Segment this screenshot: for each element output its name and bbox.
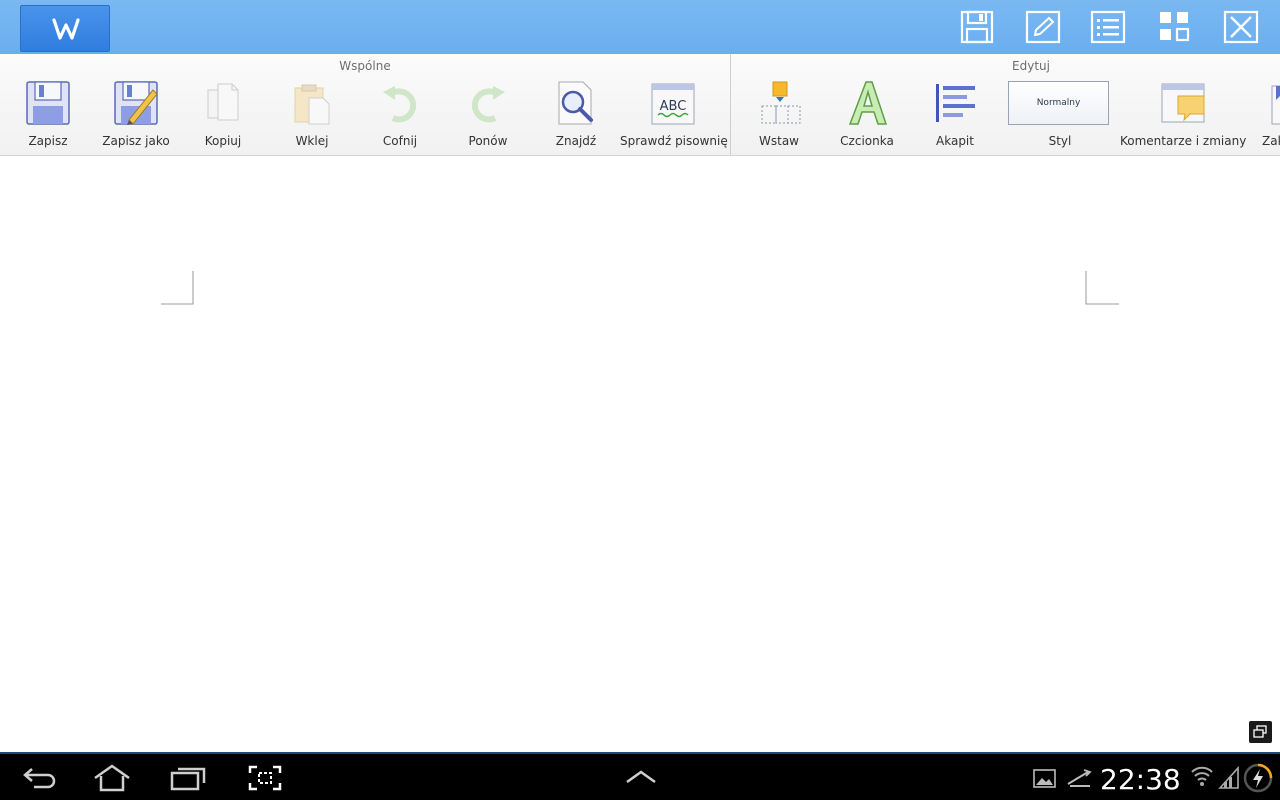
usb-notification-icon — [1067, 769, 1092, 787]
floppy-save-as-icon — [114, 81, 158, 125]
bookmark-icon — [1271, 85, 1280, 125]
ribbon-font-button[interactable]: Czcionka — [827, 76, 907, 152]
paragraph-align-icon — [936, 84, 975, 122]
ribbon-paste-label: Wklej — [295, 134, 329, 148]
signal-icon — [1218, 766, 1239, 789]
comment-icon — [1161, 83, 1204, 123]
page-margin-corner-left — [161, 271, 194, 305]
ribbon-spellcheck-label: Sprawdź pisownię — [620, 134, 728, 148]
title-save-button[interactable] — [959, 10, 995, 44]
ribbon-style-label: Styl — [1048, 134, 1072, 148]
ribbon-save-label: Zapisz — [28, 134, 68, 148]
ribbon-find-button[interactable]: Znajdź — [536, 76, 616, 152]
title-bar — [0, 0, 1280, 54]
ribbon-save-as-label: Zapisz jako — [102, 134, 170, 148]
spellcheck-icon-text: ABC — [660, 99, 687, 114]
close-icon — [1223, 10, 1259, 44]
title-list-button[interactable] — [1090, 10, 1126, 44]
android-system-bar: 22:38 — [0, 752, 1280, 800]
wifi-icon — [1191, 766, 1213, 786]
ribbon-insert-label: Wstaw — [759, 134, 799, 148]
home-icon[interactable] — [92, 764, 132, 792]
list-icon — [1090, 10, 1126, 44]
ribbon-paragraph-label: Akapit — [936, 134, 974, 148]
ribbon-copy-button[interactable]: Kopiuj — [183, 76, 263, 152]
grid-icon — [1160, 12, 1190, 42]
ribbon-spellcheck-button[interactable]: ABC Sprawdź pisownię — [620, 76, 728, 152]
ribbon-font-label: Czcionka — [840, 134, 894, 148]
find-magnifier-icon — [558, 81, 593, 125]
save-icon — [960, 10, 994, 44]
group-title-common: Wspólne — [339, 59, 391, 73]
spellcheck-icon: ABC — [651, 83, 695, 125]
ribbon-paragraph-button[interactable]: Akapit — [915, 76, 995, 152]
ribbon-insert-button[interactable]: Wstaw — [739, 76, 819, 152]
ribbon-toolbar: Wspólne Edytuj Zapisz Zapisz jako Kopiuj… — [0, 54, 1280, 156]
ribbon-copy-label: Kopiuj — [204, 134, 242, 148]
document-canvas[interactable] — [0, 156, 1280, 752]
ribbon-redo-label: Ponów — [468, 134, 508, 148]
back-icon[interactable] — [22, 765, 58, 791]
page-margin-corner-right — [1085, 271, 1119, 305]
ribbon-undo-button[interactable]: Cofnij — [360, 76, 440, 152]
screenshot-icon[interactable] — [248, 765, 282, 791]
app-logo-button[interactable] — [20, 5, 110, 52]
chevron-up-icon[interactable] — [624, 768, 658, 786]
insert-icon — [761, 81, 801, 124]
ribbon-style-button[interactable]: Styl — [1020, 76, 1100, 152]
gallery-notification-icon — [1033, 769, 1056, 788]
floppy-save-icon — [26, 81, 70, 125]
undo-icon — [383, 86, 417, 123]
edit-icon — [1025, 10, 1061, 44]
group-title-edit: Edytuj — [1012, 59, 1050, 73]
ribbon-comments-label: Komentarze i zmiany — [1120, 134, 1247, 148]
ribbon-bookmark-label: Zak — [1262, 134, 1280, 148]
restore-window-icon — [1253, 725, 1267, 738]
group-divider — [730, 54, 731, 155]
font-icon — [848, 81, 888, 125]
restore-window-button[interactable] — [1249, 721, 1272, 743]
ribbon-comments-button[interactable]: Komentarze i zmiany — [1120, 76, 1247, 152]
ribbon-bookmark-button[interactable]: Zak — [1258, 76, 1280, 152]
ribbon-paste-button[interactable]: Wklej — [272, 76, 352, 152]
recent-apps-icon[interactable] — [170, 765, 206, 791]
ribbon-redo-button[interactable]: Ponów — [448, 76, 528, 152]
clock: 22:38 — [1100, 763, 1181, 796]
w-logo-icon — [52, 18, 80, 40]
title-edit-button[interactable] — [1025, 10, 1061, 44]
copy-icon — [207, 83, 239, 121]
ribbon-find-label: Znajdź — [555, 134, 597, 148]
paste-icon — [294, 84, 330, 125]
redo-icon — [471, 86, 505, 123]
battery-charging-icon — [1243, 763, 1273, 793]
ribbon-save-as-button[interactable]: Zapisz jako — [91, 76, 181, 152]
ribbon-undo-label: Cofnij — [382, 134, 418, 148]
title-close-button[interactable] — [1223, 10, 1259, 44]
ribbon-save-button[interactable]: Zapisz — [8, 76, 88, 152]
title-grid-button[interactable] — [1157, 10, 1193, 44]
